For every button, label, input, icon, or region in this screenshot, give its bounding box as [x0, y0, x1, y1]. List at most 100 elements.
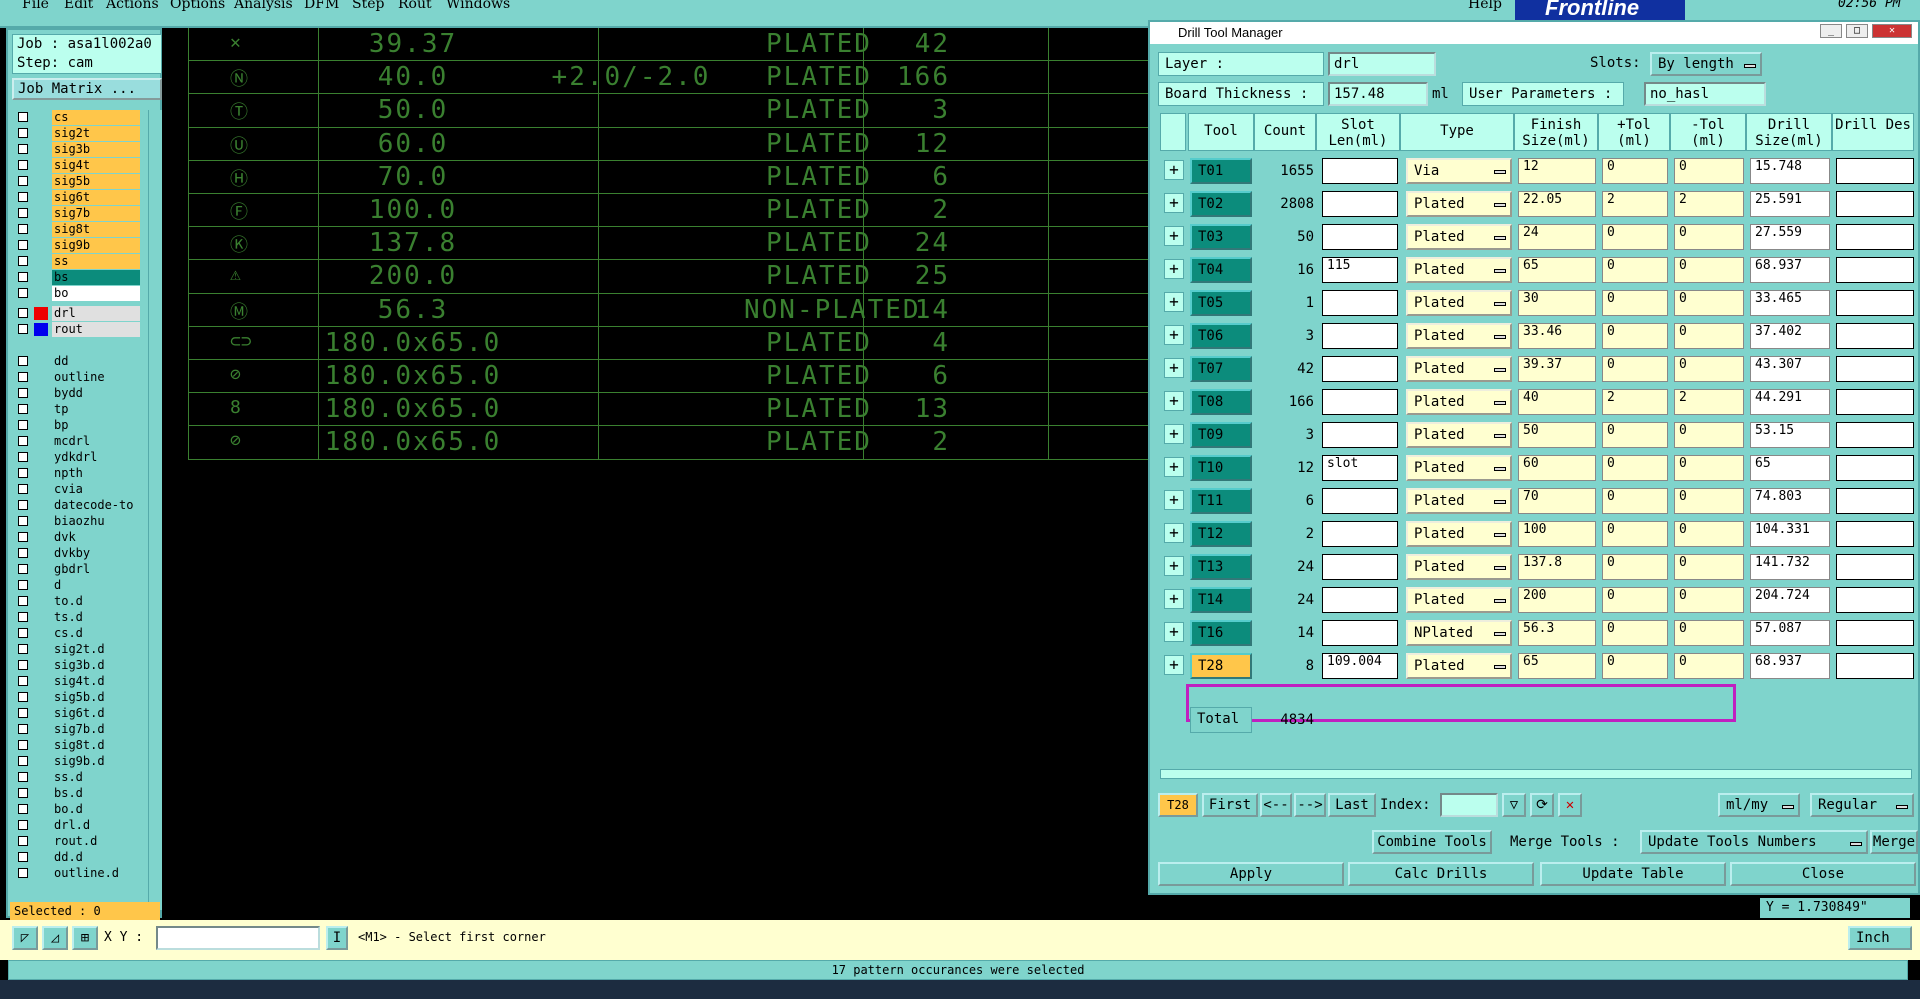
type-dropdown[interactable]: Plated [1406, 554, 1512, 580]
layer-row[interactable]: sig8t.d [12, 738, 140, 753]
expand-icon[interactable]: + [1164, 358, 1184, 378]
layer-row[interactable]: datecode-to [12, 498, 140, 513]
drill-size-input[interactable]: 37.402 [1750, 323, 1830, 349]
plus-tol-input[interactable]: 0 [1602, 554, 1668, 580]
layer-input[interactable]: drl [1328, 52, 1436, 76]
layer-row[interactable]: npth [12, 466, 140, 481]
minus-tol-input[interactable]: 0 [1674, 653, 1744, 679]
layer-row[interactable]: sig9b.d [12, 754, 140, 769]
drill-des-input[interactable] [1836, 158, 1914, 184]
tool-button[interactable]: T09 [1190, 422, 1252, 448]
checkbox[interactable] [18, 272, 28, 282]
layer-row[interactable]: sig5b.d [12, 690, 140, 705]
checkbox[interactable] [18, 708, 28, 718]
checkbox[interactable] [18, 644, 28, 654]
menu-step[interactable]: Step [352, 0, 384, 12]
finish-size-input[interactable]: 70 [1518, 488, 1596, 514]
checkbox[interactable] [18, 612, 28, 622]
checkbox[interactable] [18, 516, 28, 526]
job-matrix-button[interactable]: Job Matrix ... [12, 78, 162, 100]
grid-tool-icon[interactable]: ⊞ [72, 926, 98, 950]
checkbox[interactable] [18, 676, 28, 686]
drill-des-input[interactable] [1836, 224, 1914, 250]
tool-button[interactable]: T13 [1190, 554, 1252, 580]
expand-icon[interactable]: + [1164, 490, 1184, 510]
tool-button[interactable]: T12 [1190, 521, 1252, 547]
checkbox[interactable] [18, 500, 28, 510]
expand-icon[interactable]: + [1164, 523, 1184, 543]
slot-length-input[interactable] [1322, 356, 1398, 382]
expand-icon[interactable]: + [1164, 292, 1184, 312]
slot-length-input[interactable] [1322, 422, 1398, 448]
find-icon[interactable]: ▽ [1502, 793, 1526, 817]
checkbox[interactable] [18, 176, 28, 186]
calc-drills-button[interactable]: Calc Drills [1348, 862, 1534, 886]
layer-row[interactable]: sig5b [12, 174, 140, 189]
layer-row[interactable]: ss.d [12, 770, 140, 785]
layer-row[interactable]: to.d [12, 594, 140, 609]
expand-icon[interactable]: + [1164, 193, 1184, 213]
drill-size-input[interactable]: 68.937 [1750, 653, 1830, 679]
minus-tol-input[interactable]: 0 [1674, 422, 1744, 448]
layer-row[interactable]: bydd [12, 386, 140, 401]
layer-row[interactable]: bo [12, 286, 140, 301]
expand-icon[interactable]: + [1164, 226, 1184, 246]
plus-tol-input[interactable]: 0 [1602, 356, 1668, 382]
drill-size-input[interactable]: 74.803 [1750, 488, 1830, 514]
drill-size-input[interactable]: 141.732 [1750, 554, 1830, 580]
expand-icon[interactable]: + [1164, 622, 1184, 642]
checkbox[interactable] [18, 772, 28, 782]
checkbox[interactable] [18, 548, 28, 558]
layer-row[interactable]: bs.d [12, 786, 140, 801]
expand-icon[interactable]: + [1164, 391, 1184, 411]
checkbox[interactable] [18, 756, 28, 766]
drill-des-input[interactable] [1836, 488, 1914, 514]
plus-tol-input[interactable]: 0 [1602, 488, 1668, 514]
drill-size-input[interactable]: 204.724 [1750, 587, 1830, 613]
tool-button[interactable]: T03 [1190, 224, 1252, 250]
layer-row[interactable]: sig4t [12, 158, 140, 173]
finish-size-input[interactable]: 100 [1518, 521, 1596, 547]
menu-actions[interactable]: Actions [106, 0, 159, 12]
xy-input[interactable] [156, 926, 320, 950]
menu-rout[interactable]: Rout [398, 0, 432, 12]
type-dropdown[interactable]: Plated [1406, 257, 1512, 283]
expand-icon[interactable]: + [1164, 424, 1184, 444]
tool-button[interactable]: T08 [1190, 389, 1252, 415]
tool-button[interactable]: T04 [1190, 257, 1252, 283]
tool-button[interactable]: T02 [1190, 191, 1252, 217]
layer-row[interactable]: bp [12, 418, 140, 433]
slot-length-input[interactable] [1322, 191, 1398, 217]
minus-tol-input[interactable]: 2 [1674, 191, 1744, 217]
minus-tol-input[interactable]: 2 [1674, 389, 1744, 415]
drill-size-input[interactable]: 15.748 [1750, 158, 1830, 184]
layer-row[interactable]: dd [12, 354, 140, 369]
expand-icon[interactable]: + [1164, 655, 1184, 675]
slot-length-input[interactable] [1322, 323, 1398, 349]
checkbox[interactable] [18, 580, 28, 590]
minus-tol-input[interactable]: 0 [1674, 158, 1744, 184]
minus-tol-input[interactable]: 0 [1674, 554, 1744, 580]
minus-tol-input[interactable]: 0 [1674, 455, 1744, 481]
index-input[interactable] [1440, 793, 1498, 817]
drill-des-input[interactable] [1836, 455, 1914, 481]
layer-row[interactable]: bs [12, 270, 140, 285]
checkbox[interactable] [18, 388, 28, 398]
drill-des-input[interactable] [1836, 323, 1914, 349]
expand-icon[interactable]: + [1164, 160, 1184, 180]
drill-des-input[interactable] [1836, 587, 1914, 613]
type-dropdown[interactable]: Plated [1406, 323, 1512, 349]
slot-length-input[interactable] [1322, 554, 1398, 580]
tool-button[interactable]: T14 [1190, 587, 1252, 613]
drill-size-input[interactable]: 68.937 [1750, 257, 1830, 283]
drill-des-input[interactable] [1836, 191, 1914, 217]
drill-des-input[interactable] [1836, 422, 1914, 448]
layer-row[interactable]: ts.d [12, 610, 140, 625]
merge-button[interactable]: Merge [1870, 830, 1918, 854]
checkbox[interactable] [18, 804, 28, 814]
tool-button[interactable]: T11 [1190, 488, 1252, 514]
layer-row[interactable]: sig9b [12, 238, 140, 253]
slot-length-input[interactable] [1322, 521, 1398, 547]
drill-des-input[interactable] [1836, 257, 1914, 283]
slot-length-input[interactable] [1322, 290, 1398, 316]
